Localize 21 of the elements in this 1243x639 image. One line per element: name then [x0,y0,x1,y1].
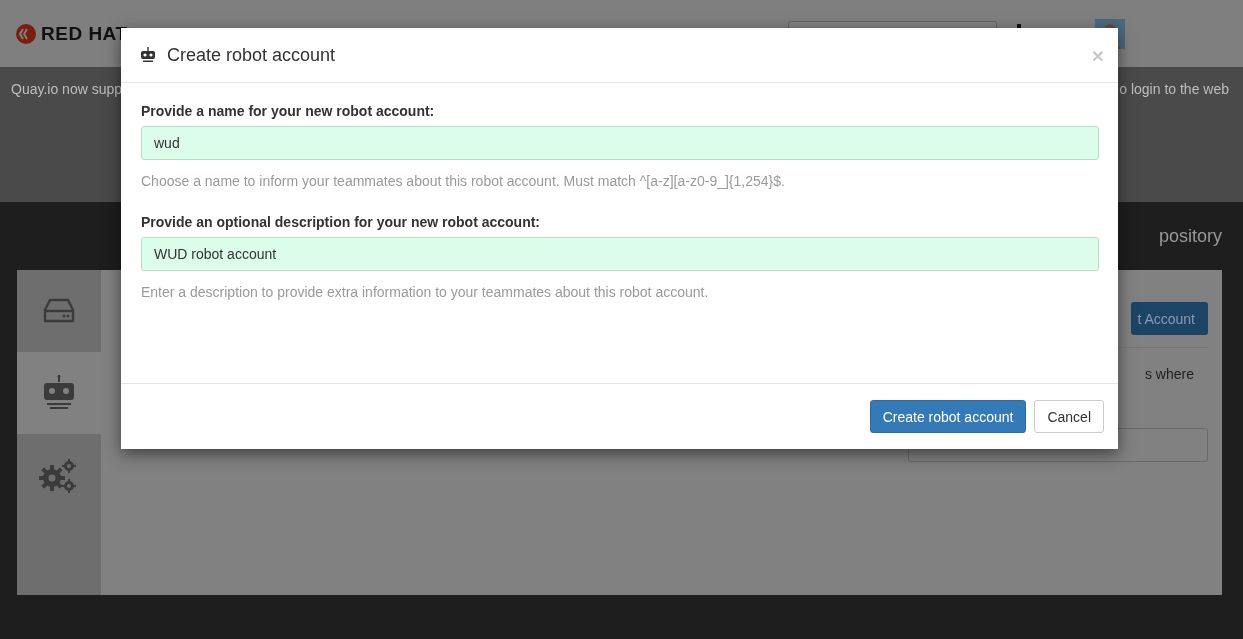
description-text: s where [1144,366,1195,382]
dialog-title: Create robot account [167,44,337,66]
help-text: Choose a name to inform your teammates about this robot account. Must match ^[a-z][a-z0-9_]{1,254}$. [141,173,786,189]
gears-icon [39,458,79,494]
create-robot-button[interactable]: t Account [1131,302,1208,335]
sidebar-tab[interactable] [17,270,101,352]
notice-text: o login to the web [1119,81,1229,97]
page-title: pository [1158,225,1222,247]
notice-text: Quay.io now supp [11,81,123,97]
input-field[interactable]: wud [141,126,1099,160]
help-text: Enter a description to provide extra information to your teammates about this robot account. [141,284,710,300]
input-field[interactable]: WUD robot account [141,237,1099,271]
robot-icon [139,46,157,64]
cancel-button[interactable]: Cancel [1034,400,1104,433]
sidebar-tab[interactable] [17,434,101,595]
robot-icon [41,375,77,411]
drive-icon [43,298,75,324]
field-label: Provide an optional description for your new robot account: [141,214,542,230]
logo-icon [15,22,37,45]
field-label: Provide a name for your new robot account: [141,103,436,119]
create-button[interactable]: Create robot account [869,400,1027,433]
